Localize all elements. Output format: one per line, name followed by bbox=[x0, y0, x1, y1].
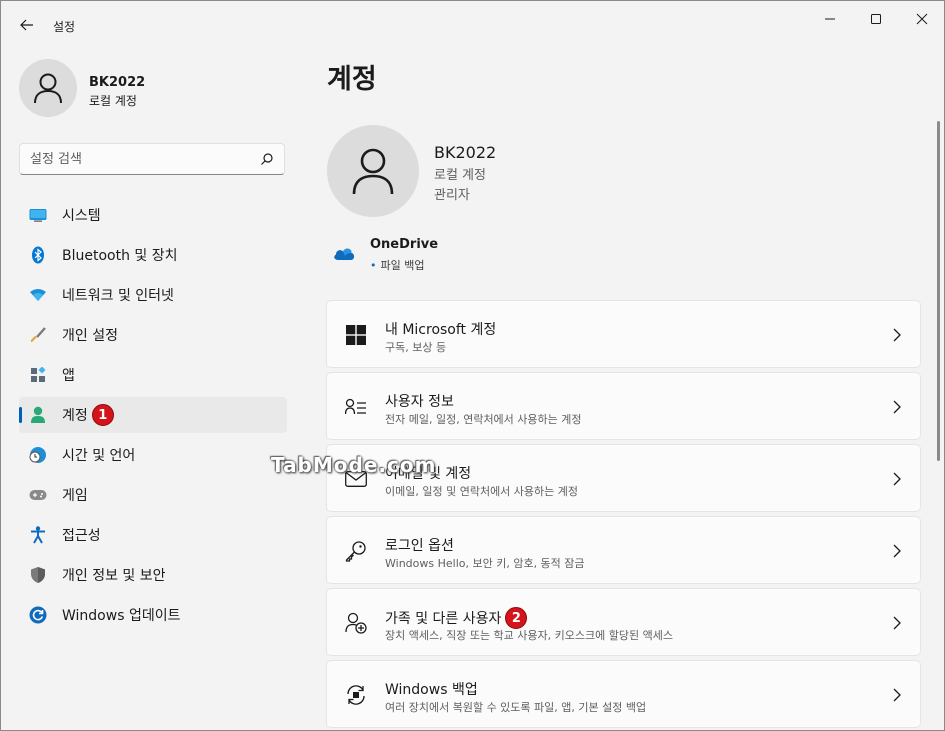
sidebar-item-time-language[interactable]: 시간 및 언어 bbox=[19, 437, 287, 473]
title-bar: 설정 bbox=[1, 1, 944, 49]
sidebar-item-label: 네트워크 및 인터넷 bbox=[62, 288, 174, 304]
account-settings-list: 내 Microsoft 계정 구독, 보상 등 사용자 정보 전자 메일, 일정… bbox=[326, 300, 921, 731]
backup-icon bbox=[344, 683, 368, 707]
window-title: 설정 bbox=[53, 20, 76, 34]
profile-name: BK2022 bbox=[89, 75, 146, 90]
chevron-right-icon bbox=[893, 688, 901, 702]
chevron-right-icon bbox=[893, 400, 901, 414]
chevron-right-icon bbox=[893, 616, 901, 630]
card-title: 내 Microsoft 계정 bbox=[385, 322, 497, 338]
user-name: BK2022 bbox=[434, 143, 497, 162]
brush-icon bbox=[29, 326, 47, 344]
bluetooth-icon bbox=[29, 246, 47, 264]
sidebar-item-windows-update[interactable]: Windows 업데이트 bbox=[19, 597, 287, 633]
sidebar-item-bluetooth[interactable]: Bluetooth 및 장치 bbox=[19, 237, 287, 273]
page-title: 계정 bbox=[327, 64, 377, 95]
apps-icon bbox=[29, 366, 47, 384]
sidebar-item-network[interactable]: 네트워크 및 인터넷 bbox=[19, 277, 287, 313]
sidebar-item-system[interactable]: 시스템 bbox=[19, 197, 287, 233]
update-icon bbox=[29, 606, 47, 624]
card-microsoft-account[interactable]: 내 Microsoft 계정 구독, 보상 등 bbox=[326, 300, 921, 368]
user-role: 관리자 bbox=[434, 188, 470, 203]
sidebar-item-apps[interactable]: 앱 bbox=[19, 357, 287, 393]
sidebar-item-privacy[interactable]: 개인 정보 및 보안 bbox=[19, 557, 287, 593]
accessibility-icon bbox=[29, 526, 47, 544]
close-button[interactable] bbox=[899, 7, 945, 31]
onedrive-icon bbox=[334, 248, 355, 260]
sidebar-item-gaming[interactable]: 게임 bbox=[19, 477, 287, 513]
maximize-icon bbox=[871, 14, 881, 24]
settings-window: 설정 BK2022 로컬 계정 시스템 bbox=[0, 0, 945, 731]
sidebar-item-accessibility[interactable]: 접근성 bbox=[19, 517, 287, 553]
sidebar-item-accounts[interactable]: 계정 1 bbox=[19, 397, 287, 433]
card-description: 장치 액세스, 직장 또는 학교 사용자, 키오스크에 할당된 액세스 bbox=[385, 629, 673, 642]
card-title: 사용자 정보 bbox=[385, 394, 454, 410]
card-description: 이메일, 일정 및 연락처에서 사용하는 계정 bbox=[385, 485, 579, 498]
chevron-right-icon bbox=[893, 328, 901, 342]
person-icon bbox=[34, 73, 62, 104]
maximize-button[interactable] bbox=[853, 7, 899, 31]
system-icon bbox=[29, 206, 47, 224]
card-title: 가족 및 다른 사용자 2 bbox=[385, 607, 528, 629]
search-input[interactable] bbox=[30, 150, 250, 168]
card-description: 구독, 보상 등 bbox=[385, 341, 447, 354]
gamepad-icon bbox=[29, 486, 47, 504]
person-icon bbox=[352, 148, 394, 195]
sidebar-item-label: Bluetooth 및 장치 bbox=[62, 248, 178, 264]
card-description: 여러 장치에서 복원할 수 있도록 파일, 앱, 기본 설정 백업 bbox=[385, 701, 647, 714]
sidebar-item-label: 개인 정보 및 보안 bbox=[62, 568, 166, 584]
sidebar-item-label: Windows 업데이트 bbox=[62, 608, 181, 624]
sidebar-item-label: 시간 및 언어 bbox=[62, 448, 136, 464]
watermark-text: TabMode.com bbox=[271, 453, 437, 477]
windows-logo-icon bbox=[344, 323, 368, 347]
shield-icon bbox=[29, 566, 47, 584]
card-title: Windows 백업 bbox=[385, 682, 478, 698]
chevron-right-icon bbox=[893, 472, 901, 486]
scrollbar[interactable] bbox=[937, 121, 940, 461]
sidebar-item-label: 게임 bbox=[62, 488, 88, 504]
search-icon[interactable] bbox=[260, 152, 274, 166]
sidebar-item-label: 계정 bbox=[62, 408, 88, 424]
search-box[interactable] bbox=[19, 143, 285, 175]
wifi-icon bbox=[29, 286, 47, 304]
card-title: 로그인 옵션 bbox=[385, 538, 454, 554]
account-icon bbox=[29, 406, 47, 424]
chevron-right-icon bbox=[893, 544, 901, 558]
step-badge-2: 2 bbox=[505, 607, 528, 629]
onedrive-status-text: 파일 백업 bbox=[380, 259, 425, 272]
sidebar-item-label: 개인 설정 bbox=[62, 328, 118, 344]
onedrive-status: • 파일 백업 bbox=[370, 257, 424, 273]
sidebar-item-personalization[interactable]: 개인 설정 bbox=[19, 317, 287, 353]
add-user-icon bbox=[344, 611, 368, 635]
avatar[interactable] bbox=[19, 59, 77, 117]
card-windows-backup[interactable]: Windows 백업 여러 장치에서 복원할 수 있도록 파일, 앱, 기본 설… bbox=[326, 660, 921, 728]
clock-globe-icon bbox=[29, 446, 47, 464]
card-description: Windows Hello, 보안 키, 암호, 동적 잠금 bbox=[385, 557, 585, 570]
close-icon bbox=[916, 13, 928, 25]
user-avatar[interactable] bbox=[327, 125, 419, 217]
card-description: 전자 메일, 일정, 연락처에서 사용하는 계정 bbox=[385, 413, 582, 426]
back-button[interactable] bbox=[15, 13, 39, 37]
sidebar-item-label: 앱 bbox=[62, 368, 75, 384]
onedrive-title[interactable]: OneDrive bbox=[370, 237, 438, 252]
card-family-other-users[interactable]: 가족 및 다른 사용자 2 장치 액세스, 직장 또는 학교 사용자, 키오스크에… bbox=[326, 588, 921, 656]
sidebar-item-label: 접근성 bbox=[62, 528, 101, 544]
minimize-icon bbox=[825, 18, 835, 20]
profile-account-type: 로컬 계정 bbox=[89, 94, 137, 108]
sidebar-nav: 시스템 Bluetooth 및 장치 네트워크 및 인터넷 개인 설정 앱 계정… bbox=[19, 197, 287, 637]
key-icon bbox=[344, 539, 368, 563]
back-arrow-icon bbox=[20, 19, 33, 31]
card-sign-in-options[interactable]: 로그인 옵션 Windows Hello, 보안 키, 암호, 동적 잠금 bbox=[326, 516, 921, 584]
status-dot: • bbox=[370, 259, 377, 272]
minimize-button[interactable] bbox=[807, 7, 853, 31]
card-user-info[interactable]: 사용자 정보 전자 메일, 일정, 연락처에서 사용하는 계정 bbox=[326, 372, 921, 440]
user-account-type: 로컬 계정 bbox=[434, 168, 486, 183]
step-badge-1: 1 bbox=[91, 404, 114, 426]
sidebar-item-label: 시스템 bbox=[62, 208, 101, 224]
card-title-text: 가족 및 다른 사용자 bbox=[385, 611, 502, 627]
user-info-icon bbox=[344, 395, 368, 419]
